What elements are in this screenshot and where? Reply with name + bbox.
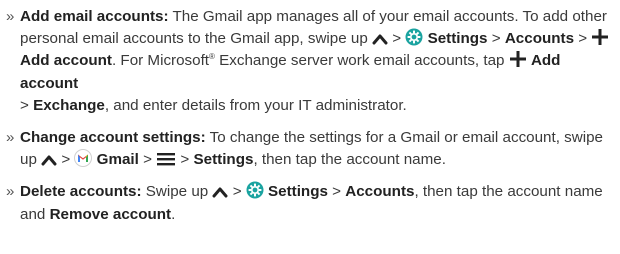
separator: > [327, 183, 346, 201]
item-text: . [171, 205, 176, 223]
accounts-label: Accounts [504, 30, 575, 48]
list-item-add-email: » Add email accounts: The Gmail app mana… [6, 6, 616, 117]
remove-account-label: Remove account [49, 205, 172, 223]
list-item-delete-accounts: » Delete accounts: Swipe up > Settings >… [6, 181, 616, 225]
accounts-label: Accounts [345, 183, 415, 201]
item-text: . For Microsoft [111, 52, 210, 70]
chevron-up-icon [41, 153, 57, 167]
separator: > [574, 30, 592, 48]
plus-icon [591, 28, 609, 46]
help-document: » Add email accounts: The Gmail app mana… [0, 0, 620, 254]
settings-label: Settings [193, 151, 254, 169]
separator: > [20, 96, 34, 114]
item-text: , then tap the account name. [253, 151, 446, 169]
gmail-icon [74, 149, 93, 168]
chevron-up-icon [372, 32, 388, 46]
settings-label: Settings [427, 30, 488, 48]
plus-icon [509, 50, 527, 68]
separator: > [138, 151, 157, 169]
exchange-label: Exchange [33, 96, 105, 114]
item-text: Swipe up [141, 183, 213, 201]
separator: > [228, 183, 246, 201]
separator: > [57, 151, 75, 169]
item-text: , and enter details from your IT adminis… [104, 96, 407, 114]
separator: > [388, 30, 406, 48]
bullet: » [6, 129, 15, 147]
settings-gear-icon [405, 28, 423, 46]
settings-gear-icon [246, 181, 264, 199]
hamburger-menu-icon [156, 151, 176, 167]
list-item-change-settings: » Change account settings: To change the… [6, 127, 616, 171]
separator: > [176, 151, 194, 169]
settings-label: Settings [268, 183, 328, 201]
chevron-up-icon [212, 185, 228, 199]
add-account-label: Add account [20, 52, 112, 70]
item-title: Delete accounts: [20, 183, 142, 201]
item-text: Exchange server work email accounts, tap [214, 52, 509, 70]
item-title: Add email accounts: [20, 8, 169, 25]
gmail-label: Gmail [96, 151, 139, 169]
item-title: Change account settings: [20, 129, 206, 147]
bullet: » [6, 183, 15, 201]
bullet: » [6, 8, 15, 25]
separator: > [487, 30, 505, 48]
